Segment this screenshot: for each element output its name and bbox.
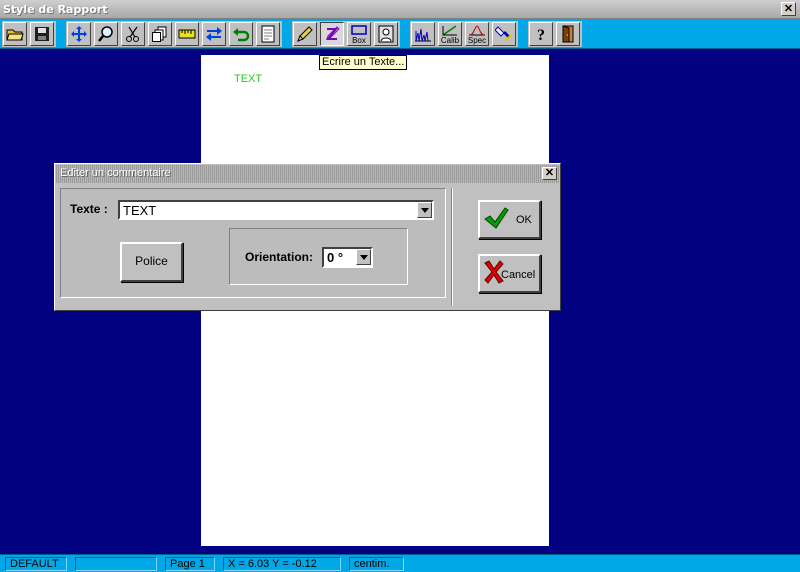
box-button[interactable]: Box [347, 22, 371, 46]
window-title: Style de Rapport [3, 3, 108, 16]
spec-button[interactable]: Spec [465, 22, 489, 46]
status-blank [75, 557, 157, 571]
status-style: DEFAULT [5, 557, 67, 571]
status-units: centim. [349, 557, 404, 571]
status-coords: X = 6.03 Y = -0.12 [223, 557, 341, 571]
save-button[interactable] [30, 22, 54, 46]
calib-button[interactable]: Calib [438, 22, 462, 46]
window-titlebar: Style de Rapport ✕ [0, 0, 800, 19]
peaks-button[interactable] [411, 22, 435, 46]
orientation-dropdown-arrow[interactable] [356, 249, 371, 265]
statusbar: DEFAULT Page 1 X = 6.03 Y = -0.12 centim… [0, 554, 800, 572]
move-button[interactable] [67, 22, 91, 46]
zoom-icon [98, 26, 113, 42]
toolbar-group-file [2, 21, 56, 47]
open-button[interactable] [3, 22, 27, 46]
cut-button[interactable] [121, 22, 145, 46]
portrait-button[interactable] [374, 22, 398, 46]
cancel-button[interactable]: Cancel [478, 254, 541, 293]
orientation-group: Orientation: 0 ° [229, 228, 408, 285]
box-button-label: Box [352, 36, 366, 45]
ok-label: OK [516, 214, 532, 226]
copy-button[interactable] [148, 22, 172, 46]
dialog-close-button[interactable]: ✕ [542, 167, 557, 180]
open-folder-icon [6, 29, 24, 41]
orientation-value[interactable]: 0 ° [327, 250, 343, 265]
orientation-label: Orientation: [245, 250, 313, 264]
dialog-body: Texte : TEXT Police Orientation: 0 ° [60, 188, 446, 298]
ok-button[interactable]: OK [478, 200, 541, 239]
texte-value[interactable]: TEXT [123, 203, 156, 218]
help-button[interactable]: ? [529, 22, 553, 46]
zoom-button[interactable] [94, 22, 118, 46]
box-icon [351, 25, 367, 35]
texte-dropdown-arrow[interactable] [417, 202, 432, 218]
portrait-icon [378, 25, 394, 43]
orientation-combobox[interactable]: 0 ° [322, 247, 373, 268]
ruler-icon [178, 29, 196, 39]
page-button[interactable] [256, 22, 280, 46]
pencil-button[interactable] [293, 22, 317, 46]
exit-door-icon [562, 25, 574, 43]
ruler-button[interactable] [175, 22, 199, 46]
texte-label: Texte : [70, 202, 108, 216]
undo-icon [233, 28, 250, 42]
text-tool-icon [325, 26, 340, 40]
arrows-icon [206, 27, 222, 41]
undo-button[interactable] [229, 22, 253, 46]
help-icon: ? [537, 27, 545, 43]
cancel-label: Cancel [501, 269, 536, 281]
text-tool-button[interactable] [320, 22, 344, 46]
tooltip: Ecrire un Texte... [319, 55, 408, 70]
calib-button-label: Calib [440, 36, 460, 45]
flashlight-button[interactable] [492, 22, 516, 46]
peaks-icon [415, 28, 431, 42]
cut-icon [126, 26, 139, 42]
edit-comment-dialog: Editer un commentaire ✕ Texte : TEXT Pol… [54, 163, 561, 311]
status-page: Page 1 [165, 557, 215, 571]
move-icon [71, 26, 87, 42]
toolbar-group-spectrum: Calib Spec [410, 21, 518, 47]
checkmark-icon [484, 207, 509, 229]
dialog-titlebar: Editer un commentaire ✕ [56, 165, 559, 183]
calib-icon [442, 25, 457, 36]
pencil-icon [297, 26, 313, 42]
dialog-separator [451, 188, 453, 306]
toolbar: Box Calib Spec ? [0, 19, 800, 49]
window-close-button[interactable]: ✕ [781, 2, 796, 16]
toolbar-group-help: ? [528, 21, 582, 47]
save-icon [35, 27, 49, 41]
copy-icon [152, 26, 167, 42]
spec-button-label: Spec [467, 36, 487, 45]
svg-text:?: ? [537, 27, 545, 43]
texte-combobox[interactable]: TEXT [118, 200, 434, 220]
spec-icon [469, 25, 485, 36]
police-button[interactable]: Police [120, 242, 183, 282]
dialog-title: Editer un commentaire [60, 167, 171, 179]
exit-button[interactable] [556, 22, 580, 46]
toolbar-group-draw: Box [292, 21, 400, 47]
page-text-item[interactable]: TEXT [234, 73, 262, 85]
toolbar-group-edit [66, 21, 282, 47]
page-icon [261, 25, 275, 43]
flashlight-icon [495, 26, 512, 41]
arrows-button[interactable] [202, 22, 226, 46]
